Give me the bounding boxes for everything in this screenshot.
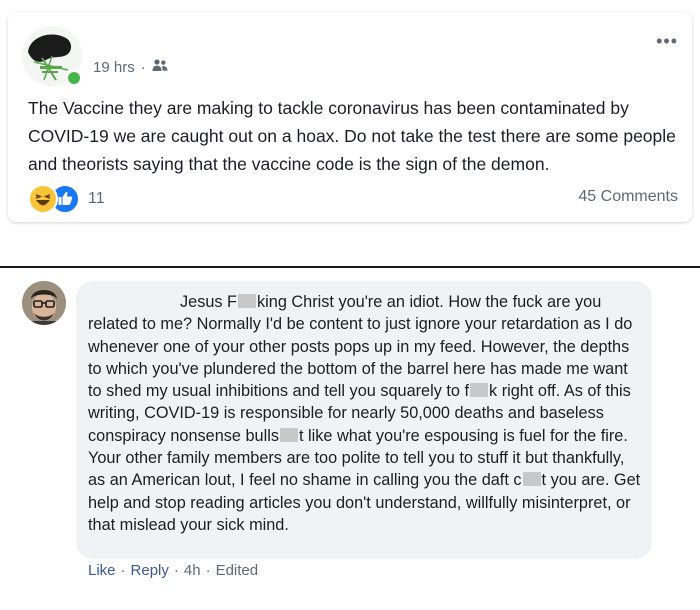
comment-text: Jesus Fking Christ you're an idiot. How … bbox=[88, 291, 644, 536]
censor-block bbox=[470, 383, 489, 398]
meta-separator: · bbox=[140, 58, 146, 76]
reactions-summary[interactable]: 11 bbox=[28, 184, 105, 214]
section-divider bbox=[0, 266, 700, 268]
online-status-dot bbox=[66, 70, 82, 86]
comments-count-link[interactable]: 45 Comments bbox=[578, 188, 678, 206]
commenter-avatar[interactable] bbox=[22, 281, 66, 325]
comment-actions: Like · Reply · 4h · Edited bbox=[88, 562, 258, 579]
action-separator: · bbox=[120, 562, 126, 579]
comment-bubble: Jesus Fking Christ you're an idiot. How … bbox=[76, 281, 652, 559]
comment-time[interactable]: 4h bbox=[184, 562, 201, 579]
more-options-icon[interactable]: ••• bbox=[656, 32, 678, 50]
censor-block bbox=[238, 294, 257, 308]
haha-reaction-icon bbox=[28, 184, 58, 214]
censor-block bbox=[279, 427, 298, 442]
censor-block bbox=[522, 472, 541, 487]
person-photo-icon bbox=[22, 281, 66, 325]
post-card: 19 hrs · ••• The Vaccine they are making… bbox=[8, 12, 692, 222]
post-text: The Vaccine they are making to tackle co… bbox=[28, 98, 676, 174]
comment-edited-label[interactable]: Edited bbox=[216, 562, 259, 579]
post-meta: 19 hrs · bbox=[93, 58, 168, 76]
like-comment-button[interactable]: Like bbox=[88, 562, 116, 579]
reaction-count: 11 bbox=[88, 190, 105, 207]
friends-icon[interactable] bbox=[152, 58, 168, 76]
comment-text-part: Jesus F bbox=[180, 293, 238, 311]
reply-comment-button[interactable]: Reply bbox=[131, 562, 169, 579]
commenter-name-blank[interactable] bbox=[88, 302, 180, 303]
action-separator: · bbox=[173, 562, 179, 579]
post-time[interactable]: 19 hrs bbox=[93, 59, 135, 76]
action-separator: · bbox=[205, 562, 211, 579]
